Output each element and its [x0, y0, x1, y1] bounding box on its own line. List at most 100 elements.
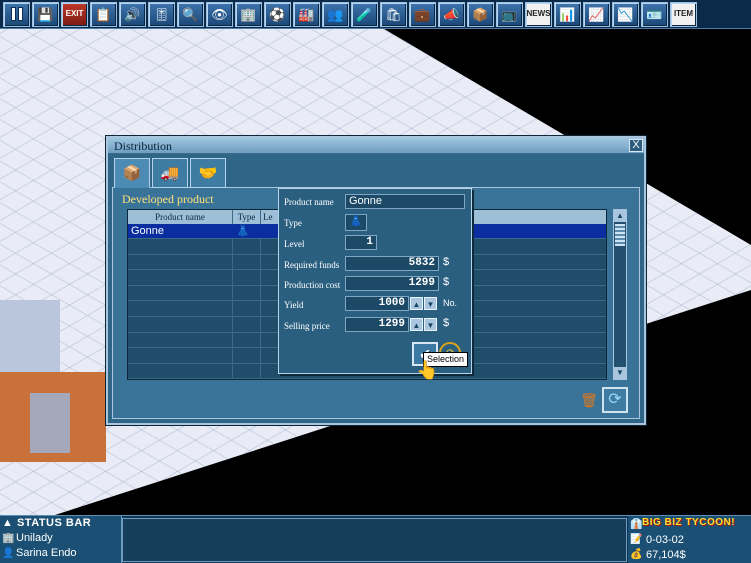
buildings-button[interactable]: 🏢	[235, 1, 262, 27]
research-button[interactable]: 🧪	[351, 1, 378, 27]
game-date: 0-03-02	[646, 534, 684, 546]
item-button[interactable]: ITEM	[670, 1, 697, 27]
settings-button[interactable]: 🎚	[148, 1, 175, 27]
scroll-up-arrow[interactable]: ▲	[614, 210, 626, 222]
spreadsheet-icon: 📊	[559, 6, 576, 22]
flask-icon: 🧪	[356, 6, 373, 22]
window-title[interactable]: Distribution	[108, 138, 644, 154]
price-decrease-button[interactable]: ▼	[424, 318, 437, 331]
scroll-thumb[interactable]	[615, 224, 625, 246]
tv-icon: 📺	[501, 6, 518, 22]
speaker-icon: 🔊	[124, 6, 141, 22]
money-balance: 67,104$	[646, 549, 686, 561]
graph-button[interactable]: 📈	[583, 1, 610, 27]
close-button[interactable]: X	[629, 139, 643, 152]
level-label: Level	[284, 239, 305, 249]
megaphone-icon: 📣	[443, 6, 460, 22]
product-box-icon: 📦	[122, 165, 142, 182]
staff-button[interactable]: 👥	[322, 1, 349, 27]
sound-button[interactable]: 🔊	[119, 1, 146, 27]
box-icon: 📦	[472, 6, 489, 22]
currency-unit: $	[443, 256, 450, 268]
factory-button[interactable]: 🏭	[293, 1, 320, 27]
product-name-field: Gonne	[345, 194, 465, 209]
production-cost-label: Production cost	[284, 280, 341, 290]
game-logo: BIG BIZ TYCOON!	[642, 517, 736, 528]
menu-button[interactable]: 📋	[90, 1, 117, 27]
product-detail-panel: Product name Gonne Type 👗 Level 1 Requir…	[278, 188, 472, 374]
trash-icon[interactable]: 🗑	[580, 390, 598, 410]
tab-transport[interactable]: 🚚	[152, 158, 188, 188]
pause-button[interactable]	[3, 1, 30, 27]
currency-unit: $	[443, 317, 450, 329]
status-bar: ▲ STATUS BAR 🏢 Unilady 👤 Sarina Endo 👔 B…	[0, 515, 751, 563]
company-icon: 🏢	[2, 533, 15, 544]
selling-price-value[interactable]: 1299	[345, 317, 409, 332]
calendar-icon: 📝	[630, 534, 643, 545]
yield-increase-button[interactable]: ▲	[410, 297, 423, 310]
status-bar-title[interactable]: ▲ STATUS BAR	[2, 517, 120, 531]
yield-unit: No.	[443, 298, 458, 308]
data-button[interactable]: 📊	[554, 1, 581, 27]
buildings-icon: 🏢	[240, 6, 257, 22]
required-funds-label: Required funds	[284, 260, 340, 270]
item-label: ITEM	[673, 9, 694, 18]
save-button[interactable]: 💾	[32, 1, 59, 27]
yield-label: Yield	[284, 300, 304, 310]
section-label: Developed product	[122, 192, 214, 206]
finance-button[interactable]: 💼	[409, 1, 436, 27]
type-label: Type	[284, 218, 302, 228]
stats-button[interactable]: 📉	[612, 1, 639, 27]
notes-icon: 📋	[95, 6, 112, 22]
hand-cursor-icon: 👆	[416, 360, 439, 380]
pause-icon	[10, 7, 16, 21]
dress-icon: 👗	[236, 225, 250, 237]
factory-icon: 🏭	[298, 6, 315, 22]
news-button[interactable]: NEWS	[525, 1, 552, 27]
advertising-button[interactable]: 📣	[438, 1, 465, 27]
scroll-down-arrow[interactable]: ▼	[614, 367, 626, 379]
soccer-ball-icon: ⚽	[269, 6, 286, 22]
main-toolbar: 💾 EXIT 📋 🔊 🎚 🔍 👁 🏢 ⚽ 🏭 👥 🧪 🛍 💼 📣 📦 📺 NEWS 📊 📈 📉 🪪 ITEM	[0, 0, 751, 29]
manager-icon: 👤	[2, 548, 15, 559]
zoom-button[interactable]: 🔍	[177, 1, 204, 27]
sliders-icon: 🎚	[153, 6, 170, 22]
production-cost-value: 1299	[345, 276, 439, 291]
tycoon-icon: 👔	[630, 519, 643, 530]
eye-icon: 👁	[211, 6, 228, 22]
tv-button[interactable]: 📺	[496, 1, 523, 27]
news-label: NEWS	[526, 9, 551, 18]
required-funds-value: 5832	[345, 256, 439, 271]
table-scrollbar[interactable]: ▲ ▼	[613, 209, 627, 380]
shop-icon: 🛍	[385, 6, 402, 22]
yield-value[interactable]: 1000	[345, 296, 409, 311]
status-bar-info: ▲ STATUS BAR 🏢 Unilady 👤 Sarina Endo	[0, 516, 122, 563]
goods-button[interactable]: 📦	[467, 1, 494, 27]
status-bar-title-text: STATUS BAR	[16, 517, 92, 529]
company-name: Unilady	[16, 532, 53, 544]
column-header-product-name[interactable]: Product name	[128, 210, 233, 224]
selling-price-label: Selling price	[284, 321, 330, 331]
tab-products[interactable]: 📦	[114, 158, 150, 188]
shop-button[interactable]: 🛍	[380, 1, 407, 27]
people-icon: 👥	[327, 6, 344, 22]
price-increase-button[interactable]: ▲	[410, 318, 423, 331]
view-button[interactable]: 👁	[206, 1, 233, 27]
refresh-button[interactable]: ⟳	[602, 387, 628, 413]
exit-button[interactable]: EXIT	[61, 1, 88, 27]
dress-icon: 👗	[345, 214, 367, 231]
truck-icon: 🚚	[160, 165, 180, 182]
yield-decrease-button[interactable]: ▼	[424, 297, 437, 310]
pause-icon-bar	[17, 7, 23, 21]
product-name-label: Product name	[284, 197, 334, 207]
tab-contract[interactable]: 🤝	[190, 158, 226, 188]
refresh-icon: ⟳	[608, 391, 622, 408]
money-icon: 💰	[630, 549, 643, 560]
exit-label: EXIT	[65, 9, 84, 18]
column-header-type[interactable]: Type	[233, 210, 261, 224]
sports-button[interactable]: ⚽	[264, 1, 291, 27]
level-value: 1	[345, 235, 377, 250]
profile-button[interactable]: 🪪	[641, 1, 668, 27]
magnifier-icon: 🔍	[182, 6, 199, 22]
currency-unit: $	[443, 276, 450, 288]
